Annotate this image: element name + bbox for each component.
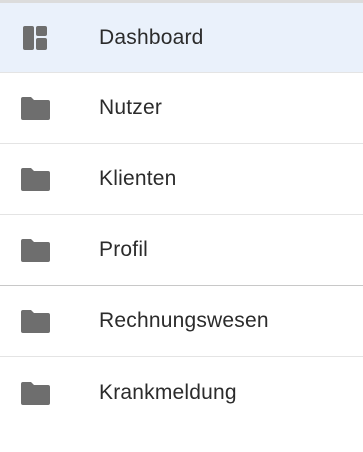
- folder-icon: [21, 97, 50, 120]
- sidebar-item-label: Krankmeldung: [99, 380, 237, 404]
- sidebar-item-krankmeldung[interactable]: Krankmeldung: [0, 357, 363, 428]
- sidebar-item-profil[interactable]: Profil: [0, 215, 363, 286]
- sidebar-item-klienten[interactable]: Klienten: [0, 144, 363, 215]
- sidebar-nav: Dashboard Nutzer Klienten Profil Rechnun…: [0, 0, 363, 452]
- sidebar-item-nutzer[interactable]: Nutzer: [0, 73, 363, 144]
- sidebar-item-rechnungswesen[interactable]: Rechnungswesen: [0, 286, 363, 357]
- sidebar-item-label: Klienten: [99, 167, 177, 190]
- dashboard-icon: [23, 25, 47, 50]
- sidebar-item-label: Profil: [99, 238, 149, 261]
- sidebar-item-dashboard[interactable]: Dashboard: [0, 3, 363, 73]
- folder-icon: [21, 310, 50, 333]
- folder-icon: [21, 168, 50, 191]
- folder-icon: [21, 239, 50, 262]
- sidebar-item-label: Rechnungswesen: [99, 309, 269, 332]
- sidebar-item-label: Nutzer: [99, 96, 163, 119]
- folder-icon: [21, 381, 50, 405]
- sidebar-item-label: Dashboard: [99, 25, 204, 49]
